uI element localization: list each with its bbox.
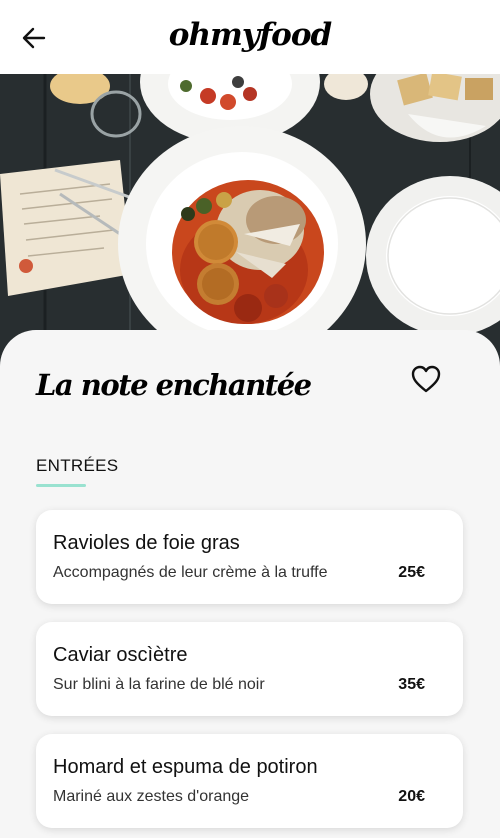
- menu-item-name: Ravioles de foie gras: [53, 532, 240, 554]
- favorite-button[interactable]: [410, 364, 442, 394]
- menu-item-name: Homard et espuma de potiron: [53, 756, 318, 778]
- menu-item[interactable]: Homard et espuma de potiron Mariné aux z…: [36, 734, 463, 828]
- section-underline: [36, 484, 86, 487]
- top-header: ohmyfood: [0, 0, 500, 74]
- back-button[interactable]: [18, 22, 50, 54]
- restaurant-card: La note enchantée ENTRÉES Ravioles de fo…: [0, 330, 500, 838]
- arrow-left-icon: [22, 27, 46, 49]
- hero-food-image: [0, 74, 500, 374]
- menu-item-price: 35€: [398, 676, 425, 693]
- menu-item[interactable]: Ravioles de foie gras Accompagnés de leu…: [36, 510, 463, 604]
- menu-item-price: 20€: [398, 788, 425, 805]
- section-title: ENTRÉES: [36, 456, 119, 475]
- menu-item-price: 25€: [398, 564, 425, 581]
- menu-item[interactable]: Caviar oscìètre Sur blini à la farine de…: [36, 622, 463, 716]
- brand-logo[interactable]: ohmyfood: [169, 17, 332, 53]
- heart-outline-icon: [411, 365, 441, 393]
- restaurant-title: La note enchantée: [36, 368, 312, 402]
- menu-item-description: Accompagnés de leur crème à la truffe: [53, 564, 328, 581]
- menu-item-description: Mariné aux zestes d'orange: [53, 788, 250, 805]
- menu-item-name: Caviar oscìètre: [53, 644, 188, 666]
- menu-item-description: Sur blini à la farine de blé noir: [53, 676, 265, 693]
